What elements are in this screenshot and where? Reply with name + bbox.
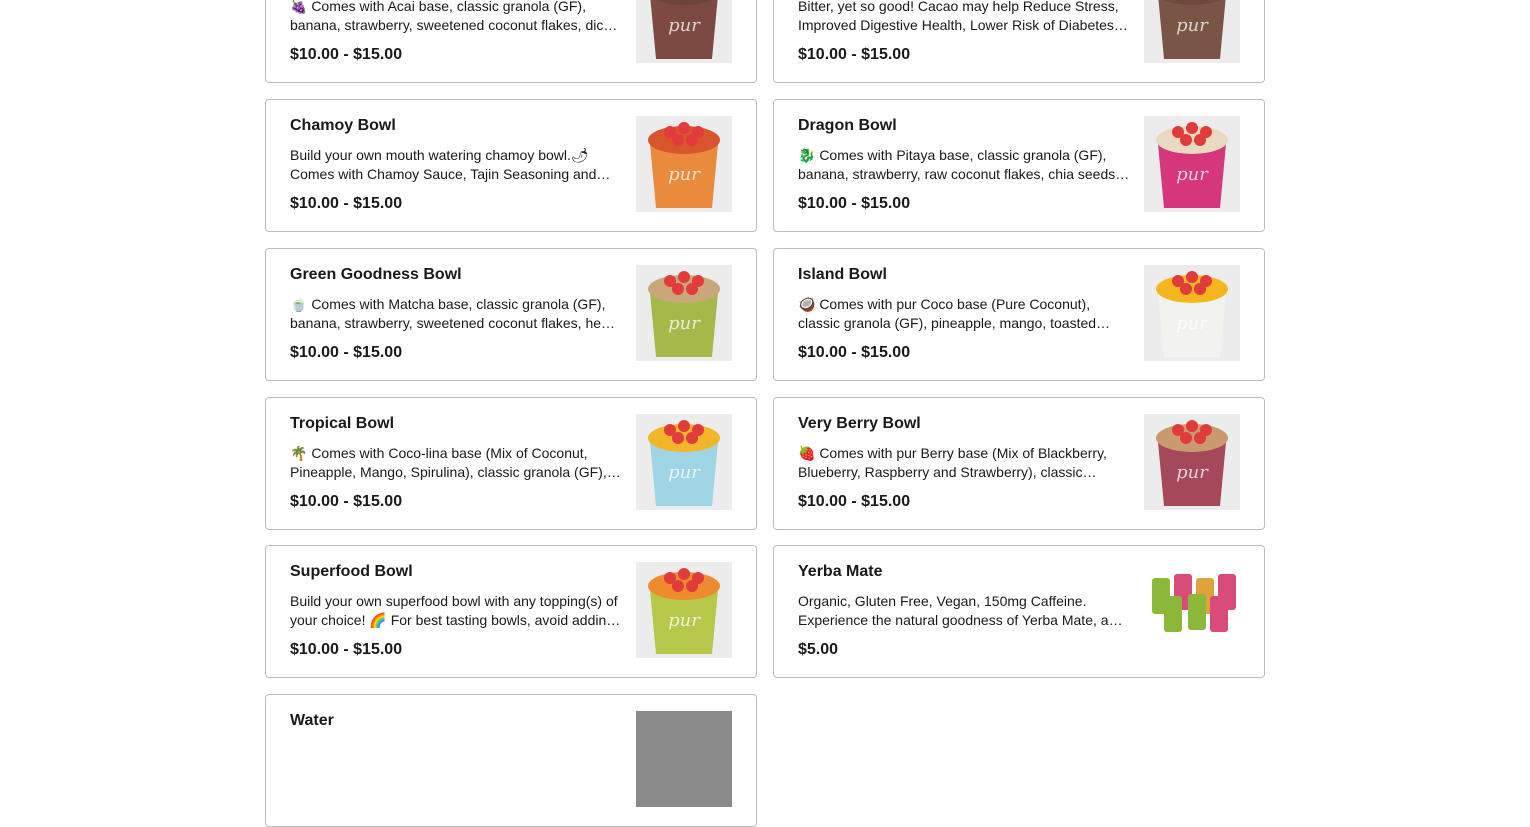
menu-item-name: Green Goodness Bowl: [290, 266, 462, 283]
svg-text:pur: pur: [1176, 164, 1209, 185]
menu-item-price: $10.00 - $15.00: [798, 46, 911, 63]
menu-item-card-cacao[interactable]: Bitter, yet so good! Cacao may help Redu…: [773, 0, 1265, 83]
menu-item-description: 🍵 Comes with Matcha base, classic granol…: [290, 296, 621, 331]
yerba-mate-image: [1144, 562, 1240, 658]
menu-item-name: Yerba Mate: [798, 563, 883, 580]
svg-text:pur: pur: [1176, 313, 1209, 334]
menu-item-name: Dragon Bowl: [798, 117, 897, 134]
menu-item-price: $10.00 - $15.00: [290, 195, 403, 212]
menu-item-price: $10.00 - $15.00: [290, 641, 403, 658]
menu-item-description: 🌴 Comes with Coco-lina base (Mix of Coco…: [290, 445, 607, 480]
chamoy-bowl-image: pur: [636, 116, 732, 212]
menu-item-price: $5.00: [798, 641, 839, 658]
menu-item-card-green-goodness[interactable]: Green Goodness Bowl 🍵 Comes with Matcha …: [265, 248, 757, 381]
menu-item-description: Bitter, yet so good! Cacao may help Redu…: [798, 0, 1119, 33]
menu-item-name: Chamoy Bowl: [290, 117, 396, 134]
menu-item-description: 🍓 Comes with pur Berry base (Mix of Blac…: [798, 445, 1107, 480]
menu-item-name: Island Bowl: [798, 266, 887, 283]
menu-item-card-very-berry[interactable]: Very Berry Bowl 🍓 Comes with pur Berry b…: [773, 397, 1265, 530]
menu-item-price: $10.00 - $15.00: [798, 493, 911, 510]
menu-item-card-yerba-mate[interactable]: Yerba Mate Organic, Gluten Free, Vegan, …: [773, 545, 1265, 678]
island-bowl-image: pur: [1144, 265, 1240, 361]
menu-item-description: 🥥 Comes with pur Coco base (Pure Coconut…: [798, 296, 1097, 331]
menu-item-card-dragon[interactable]: Dragon Bowl 🐉 Comes with Pitaya base, cl…: [773, 99, 1265, 232]
svg-text:pur: pur: [1176, 15, 1209, 36]
menu-item-name: Tropical Bowl: [290, 415, 395, 432]
menu-item-card-island[interactable]: Island Bowl 🥥 Comes with pur Coco base (…: [773, 248, 1265, 381]
water-bottle-image: [636, 711, 732, 807]
svg-text:pur: pur: [1176, 462, 1209, 483]
menu-item-price: $10.00 - $15.00: [290, 493, 403, 510]
menu-item-name: Superfood Bowl: [290, 563, 413, 580]
svg-text:pur: pur: [668, 313, 701, 334]
menu-item-price: $10.00 - $15.00: [798, 344, 911, 361]
menu-item-price: $10.00 - $15.00: [798, 195, 911, 212]
menu-item-price: $10.00 - $15.00: [290, 46, 403, 63]
menu-item-description: 🍇 Comes with Acai base, classic granola …: [290, 0, 619, 33]
superfood-bowl-image: pur: [636, 562, 732, 658]
svg-text:pur: pur: [668, 610, 701, 631]
menu-item-card-tropical[interactable]: Tropical Bowl 🌴 Comes with Coco-lina bas…: [265, 397, 757, 530]
svg-text:pur: pur: [668, 15, 701, 36]
menu-item-card-water[interactable]: Water: [265, 694, 757, 827]
menu-item-description: 🐉 Comes with Pitaya base, classic granol…: [798, 147, 1120, 182]
menu-item-card-chamoy[interactable]: Chamoy Bowl Build your own mouth waterin…: [265, 99, 757, 232]
acai-bowl-image: pur: [636, 0, 732, 63]
tropical-bowl-image: pur: [636, 414, 732, 510]
menu-item-price: $10.00 - $15.00: [290, 344, 403, 361]
berry-bowl-image: pur: [1144, 414, 1240, 510]
menu-item-description: Organic, Gluten Free, Vegan, 150mg Caffe…: [798, 593, 1109, 628]
svg-text:pur: pur: [668, 164, 701, 185]
svg-text:pur: pur: [668, 462, 701, 483]
menu-item-description: Build your own mouth watering chamoy bow…: [290, 147, 597, 182]
cacao-bowl-image: pur: [1144, 0, 1240, 63]
menu-item-name: Water: [290, 712, 334, 729]
dragon-bowl-image: pur: [1144, 116, 1240, 212]
menu-item-card-superfood[interactable]: Superfood Bowl Build your own superfood …: [265, 545, 757, 678]
menu-item-description: Build your own superfood bowl with any t…: [290, 593, 618, 628]
green-bowl-image: pur: [636, 265, 732, 361]
menu-item-name: Very Berry Bowl: [798, 415, 921, 432]
menu-item-card-acai[interactable]: 🍇 Comes with Acai base, classic granola …: [265, 0, 757, 83]
